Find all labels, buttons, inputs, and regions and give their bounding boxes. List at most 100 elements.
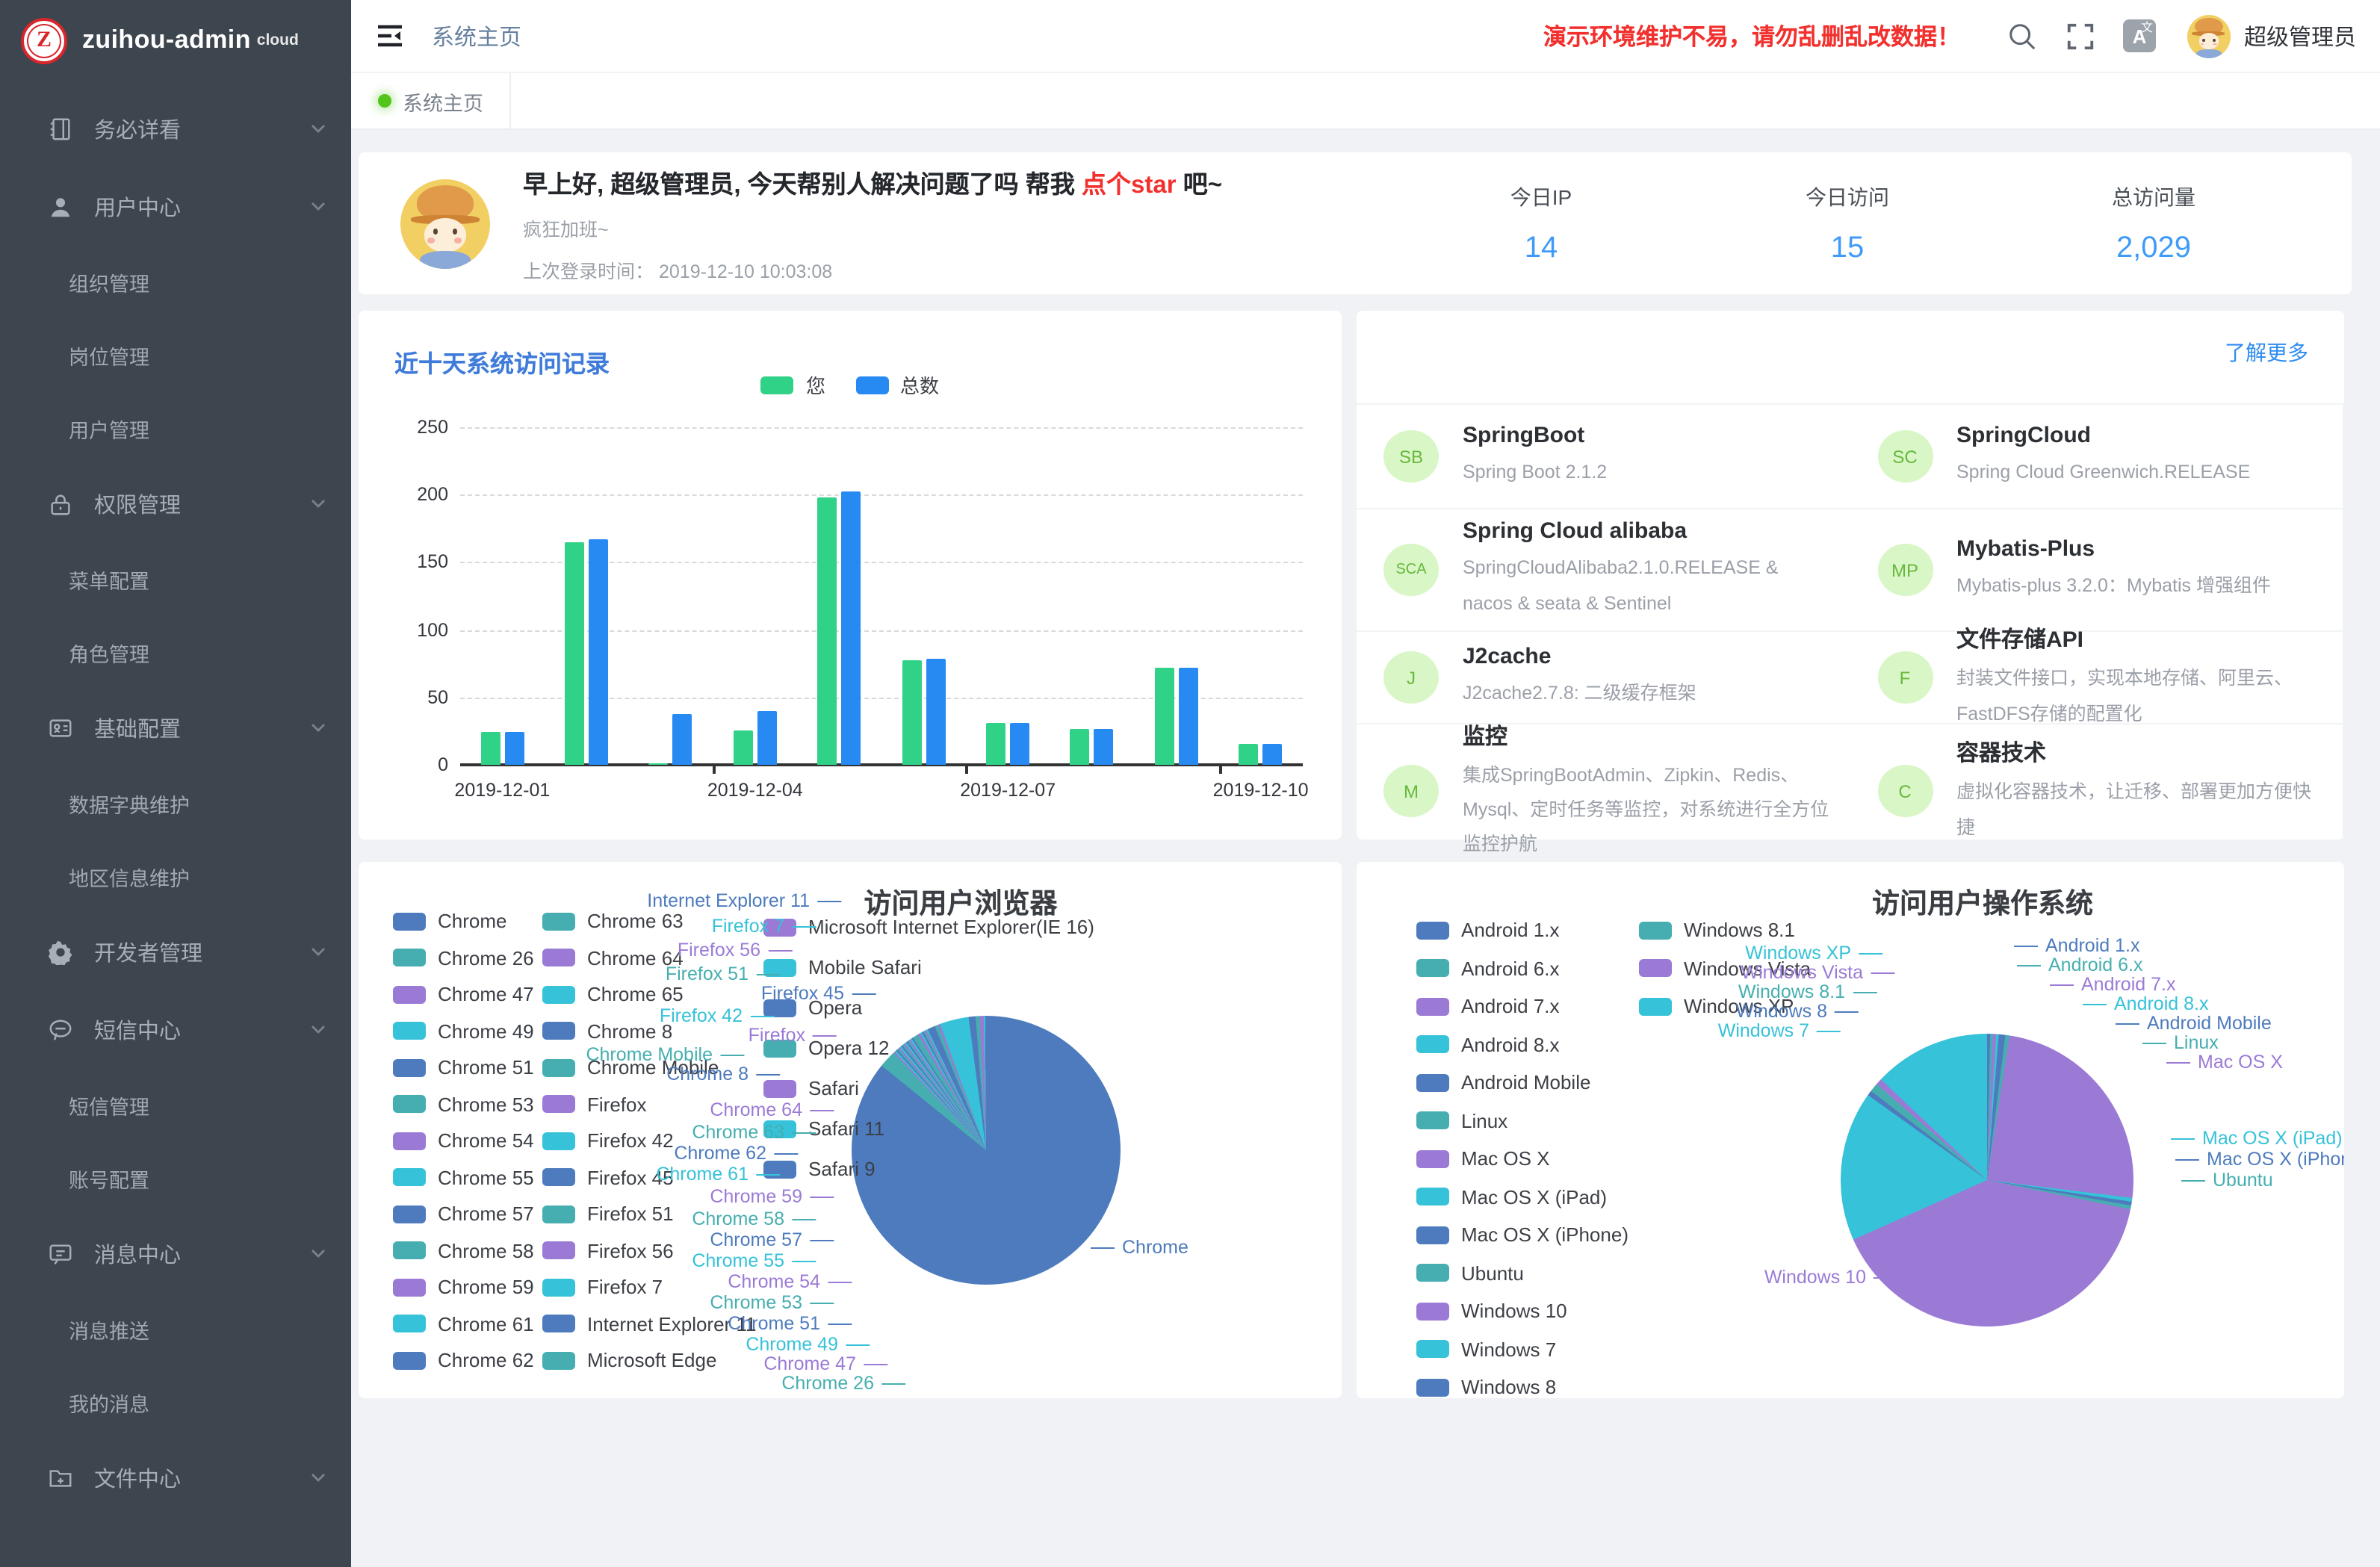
legend-item[interactable]: Chrome 49: [393, 1020, 534, 1042]
pie-callout-label: Firefox 7: [712, 916, 816, 937]
sidebar-item-label: 基础配置: [94, 712, 309, 743]
chevron-down-icon: [309, 120, 327, 137]
legend-label: Safari 9: [808, 1158, 876, 1180]
legend-label: Chrome 51: [438, 1056, 534, 1079]
legend-item[interactable]: Android 8.x: [1416, 1033, 1628, 1055]
legend-item[interactable]: Mobile Safari: [763, 956, 1094, 978]
learn-more-link[interactable]: 了解更多: [2225, 338, 2308, 367]
legend-item[interactable]: Windows 8.1: [1639, 919, 1811, 941]
pie-callout-label: Windows 10: [1764, 1267, 1897, 1288]
tech-desc: 虚拟化容器技术，让迁移、部署更加方便快捷: [1956, 776, 2322, 845]
legend-item[interactable]: Android Mobile: [1416, 1071, 1628, 1093]
sidebar-item[interactable]: 菜单配置: [0, 542, 351, 615]
demo-warning-text: 演示环境维护不易，请勿乱删乱改数据！: [1543, 19, 1960, 52]
sidebar-item[interactable]: 账号配置: [0, 1141, 351, 1214]
legend-item[interactable]: Chrome 57: [393, 1203, 534, 1225]
y-axis-label: 50: [427, 687, 448, 708]
legend-item[interactable]: Chrome 55: [393, 1166, 534, 1188]
bar-group: [713, 427, 797, 765]
legend-item[interactable]: Chrome 26: [393, 946, 534, 969]
legend-item[interactable]: Chrome: [393, 910, 534, 932]
legend-item[interactable]: Safari: [763, 1077, 1094, 1099]
bar-您: [565, 542, 584, 765]
legend-item[interactable]: Android 6.x: [1416, 957, 1628, 979]
legend-swatch: [393, 1058, 426, 1076]
pie-callout-label: Chrome: [1091, 1237, 1189, 1258]
legend-item[interactable]: Windows 10: [1416, 1300, 1628, 1322]
legend-item[interactable]: Chrome 47: [393, 983, 534, 1005]
legend-swatch: [1416, 1188, 1449, 1205]
legend-item[interactable]: Chrome 58: [393, 1239, 534, 1262]
legend-item[interactable]: Chrome 54: [393, 1129, 534, 1152]
sidebar-item[interactable]: 岗位管理: [0, 318, 351, 391]
sidebar-item[interactable]: 消息中心: [0, 1214, 351, 1292]
legend-item[interactable]: Chrome 51: [393, 1056, 534, 1079]
legend-label: Chrome 59: [438, 1276, 534, 1298]
fullscreen-icon[interactable]: [2065, 20, 2096, 52]
sidebar-item[interactable]: 短信中心: [0, 990, 351, 1068]
legend-item[interactable]: Chrome 61: [393, 1312, 534, 1335]
pie-callout-label: Windows 8.1: [1738, 981, 1877, 1002]
stat-value: 14: [1388, 231, 1694, 265]
lock-icon: [48, 491, 73, 516]
sidebar-item[interactable]: 角色管理: [0, 615, 351, 689]
legend-swatch: [542, 1168, 575, 1186]
legend-item[interactable]: Internet Explorer 11: [542, 1312, 756, 1335]
username[interactable]: 超级管理员: [2244, 20, 2356, 52]
legend-label: Chrome 54: [438, 1129, 534, 1152]
sidebar-item[interactable]: 文件中心: [0, 1439, 351, 1516]
star-link[interactable]: 点个star: [1082, 171, 1177, 198]
sidebar-item[interactable]: 我的消息: [0, 1365, 351, 1439]
legend-item[interactable]: Chrome 62: [393, 1349, 534, 1371]
sidebar-collapse-icon[interactable]: [375, 21, 405, 51]
translate-icon[interactable]: A文: [2123, 19, 2156, 52]
sidebar-item[interactable]: 基础配置: [0, 689, 351, 766]
legend-swatch: [1416, 1111, 1449, 1129]
app-logo[interactable]: Z zuihou-admin cloud: [0, 0, 351, 81]
breadcrumb[interactable]: 系统主页: [432, 20, 521, 52]
legend-swatch: [1639, 959, 1672, 977]
user-avatar[interactable]: [2187, 14, 2231, 58]
legend-swatch: [1416, 1302, 1449, 1320]
sidebar-item[interactable]: 务必详看: [0, 90, 351, 167]
legend-item[interactable]: Mac OS X (iPad): [1416, 1185, 1628, 1208]
legend-item[interactable]: Android 7.x: [1416, 995, 1628, 1017]
tech-title: 监控: [1463, 720, 1829, 751]
legend-swatch: [1639, 921, 1672, 939]
legend-item[interactable]: Microsoft Edge: [542, 1349, 756, 1371]
sidebar-item[interactable]: 用户中心: [0, 167, 351, 245]
legend-item[interactable]: Safari 9: [763, 1158, 1094, 1180]
stats-row: 今日IP 14 今日访问 15 总访问量 2,029: [1388, 181, 2307, 265]
pie-callout-label: Android 6.x: [2017, 955, 2142, 975]
legend-item[interactable]: 总数: [855, 370, 939, 399]
legend-swatch: [393, 949, 426, 966]
visit-chart-legend: 您 总数: [359, 370, 1342, 399]
legend-item[interactable]: Chrome 59: [393, 1276, 534, 1298]
legend-item[interactable]: Chrome 65: [542, 983, 756, 1005]
legend-item[interactable]: Mac OS X (iPhone): [1416, 1223, 1628, 1246]
legend-item[interactable]: Ubuntu: [1416, 1262, 1628, 1284]
legend-item[interactable]: Linux: [1416, 1109, 1628, 1132]
sidebar-item[interactable]: 数据字典维护: [0, 766, 351, 840]
sidebar-item[interactable]: 地区信息维护: [0, 840, 351, 913]
legend-item[interactable]: Android 1.x: [1416, 919, 1628, 941]
tab-home[interactable]: 系统主页: [351, 73, 511, 128]
legend-swatch: [1639, 997, 1672, 1015]
sidebar-item[interactable]: 权限管理: [0, 465, 351, 542]
legend-item[interactable]: Windows 7: [1416, 1338, 1628, 1360]
sidebar-item[interactable]: 短信管理: [0, 1068, 351, 1141]
sidebar-item[interactable]: 开发者管理: [0, 913, 351, 990]
legend-label: Firefox 51: [587, 1203, 674, 1225]
legend-item[interactable]: Windows 8: [1416, 1376, 1628, 1398]
legend-item[interactable]: Chrome 53: [393, 1093, 534, 1115]
legend-item[interactable]: 您: [761, 370, 825, 399]
legend-label: Firefox: [587, 1093, 646, 1115]
pie-callout-label: Firefox 45: [761, 983, 876, 1004]
pie-callout-label: Chrome 63: [692, 1122, 816, 1143]
legend-item[interactable]: Mac OS X: [1416, 1147, 1628, 1170]
search-icon[interactable]: [2006, 20, 2038, 52]
sidebar-item[interactable]: 组织管理: [0, 245, 351, 318]
sidebar-item[interactable]: 消息推送: [0, 1292, 351, 1365]
sidebar-item[interactable]: 用户管理: [0, 391, 351, 465]
tech-abbr-badge: C: [1877, 765, 1933, 817]
